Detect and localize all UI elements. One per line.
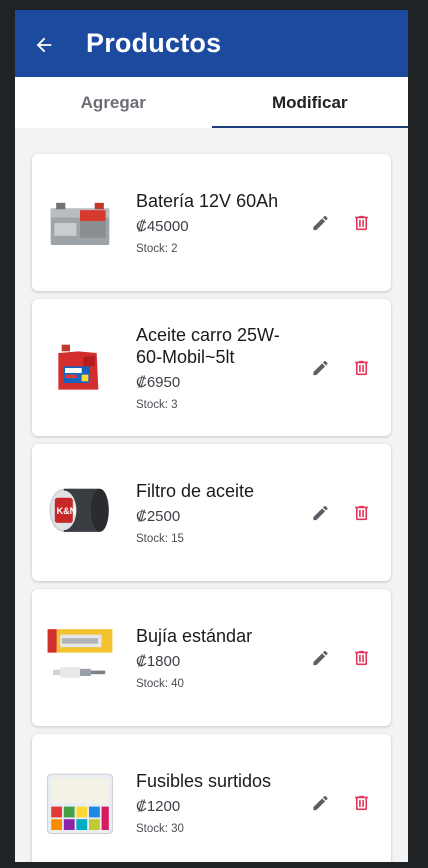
delete-icon[interactable] [352,358,371,377]
product-stock: Stock: 30 [136,823,184,835]
product-card: Aceite carro 25W-60-Mobil~5lt ₡6950 Stoc… [32,299,391,436]
product-name: Batería 12V 60Ah [136,191,279,211]
product-price: ₡45000 [136,218,189,235]
product-name: Aceite carro 25W-60-Mobil~5lt [136,325,280,367]
product-list: Batería 12V 60Ah ₡45000 Stock: 2 Aceite … [15,128,408,862]
product-image [44,299,116,436]
product-card: Batería 12V 60Ah ₡45000 Stock: 2 [32,154,391,291]
product-card: K&N Filtro de aceite ₡2500 Stock: 15 [32,444,391,581]
delete-icon[interactable] [352,503,371,522]
product-image [44,589,116,726]
product-image [44,734,116,862]
product-stock: Stock: 3 [136,399,178,411]
edit-icon[interactable] [311,648,330,667]
product-price: ₡6950 [136,374,181,391]
product-image: K&N [44,444,116,581]
tab-bar: Agregar Modificar [15,77,408,128]
product-price: ₡2500 [136,508,181,525]
app-screen: Productos Agregar Modificar Batería 12V … [15,10,408,862]
edit-icon[interactable] [311,793,330,812]
product-name: Bujía estándar [136,626,253,646]
product-stock: Stock: 2 [136,243,178,255]
app-bar: Productos [15,10,408,77]
svg-text:K&N: K&N [57,505,77,515]
product-card: Bujía estándar ₡1800 Stock: 40 [32,589,391,726]
product-stock: Stock: 15 [136,533,184,545]
product-name: Fusibles surtidos [136,771,272,791]
edit-icon[interactable] [311,503,330,522]
product-card: Fusibles surtidos ₡1200 Stock: 30 [32,734,391,862]
delete-icon[interactable] [352,213,371,232]
delete-icon[interactable] [352,793,371,812]
product-stock: Stock: 40 [136,678,184,690]
arrow-left-icon[interactable] [33,34,55,56]
product-price: ₡1800 [136,653,181,670]
edit-icon[interactable] [311,213,330,232]
page-title: Productos [86,28,222,58]
product-price: ₡1200 [136,798,181,815]
delete-icon[interactable] [352,648,371,667]
tab-agregar[interactable]: Agregar [15,77,212,128]
edit-icon[interactable] [311,358,330,377]
tab-indicator [212,126,408,128]
product-image [44,154,116,291]
tab-modificar[interactable]: Modificar [212,77,409,128]
product-name: Filtro de aceite [136,481,255,501]
